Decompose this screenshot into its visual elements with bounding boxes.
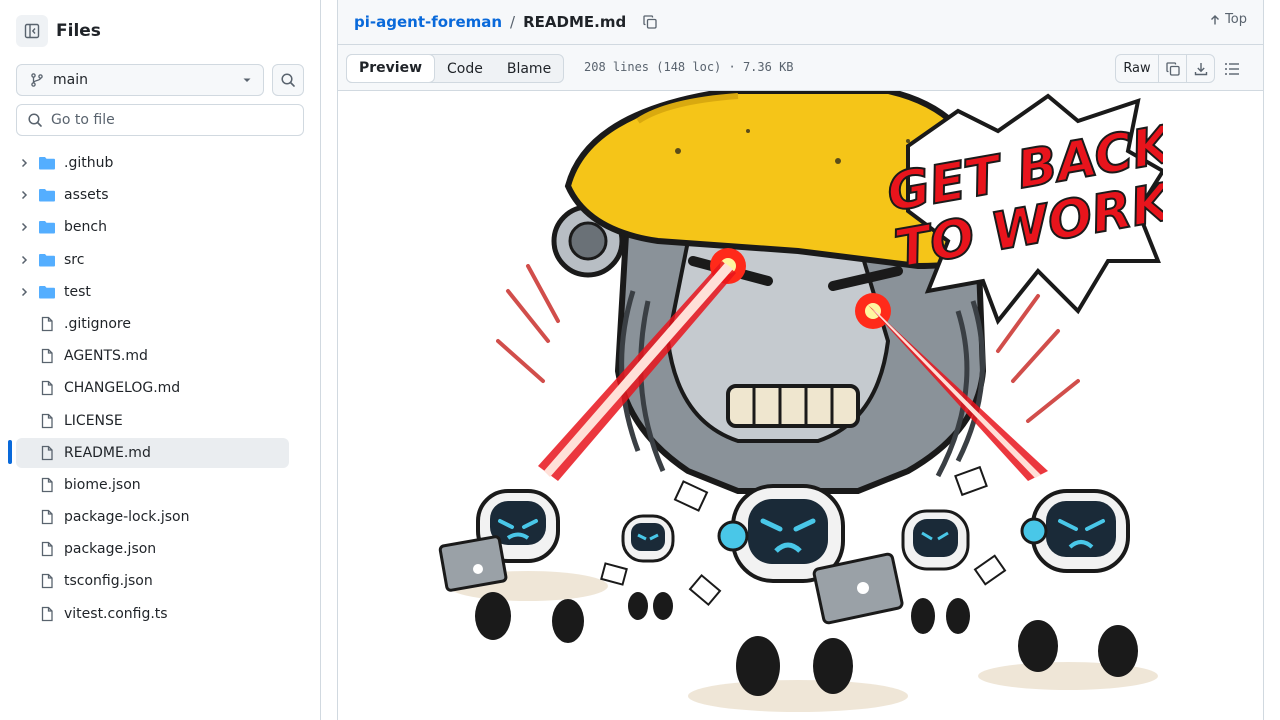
- tree-item-bench[interactable]: bench: [16, 212, 289, 242]
- back-to-top-link[interactable]: Top: [1209, 12, 1247, 27]
- arrow-up-icon: [1211, 14, 1220, 24]
- file-toolbar: Preview Code Blame 208 lines (148 loc) ·…: [338, 44, 1263, 91]
- tab-code[interactable]: Code: [435, 55, 495, 82]
- tree-item-label: bench: [64, 219, 107, 235]
- tree-item-label: LICENSE: [64, 413, 123, 429]
- collapse-sidebar-button[interactable]: [16, 15, 48, 47]
- breadcrumb-repo-link[interactable]: pi-agent-foreman: [354, 13, 502, 31]
- copy-path-button[interactable]: [638, 10, 662, 34]
- caret-down-icon: [243, 78, 251, 82]
- breadcrumb-file: README.md: [523, 13, 627, 31]
- git-branch-icon: [31, 73, 43, 87]
- copy-icon: [1165, 61, 1180, 76]
- back-to-top-label: Top: [1225, 12, 1247, 27]
- tree-item-gitignore[interactable]: .gitignore: [16, 309, 289, 339]
- tree-item-label: src: [64, 252, 85, 268]
- search-icon: [281, 73, 295, 87]
- tree-item-agents-md[interactable]: AGENTS.md: [16, 341, 289, 371]
- tree-item-test[interactable]: test: [16, 277, 289, 307]
- file-icon: [38, 476, 56, 494]
- tree-item-assets[interactable]: assets: [16, 180, 289, 210]
- file-header: pi-agent-foreman / README.md Top: [338, 0, 1263, 44]
- chevron-right-icon[interactable]: [16, 219, 32, 235]
- download-button[interactable]: [1186, 55, 1214, 82]
- file-icon: [38, 572, 56, 590]
- copy-raw-button[interactable]: [1158, 55, 1186, 82]
- sidebar-title: Files: [56, 21, 101, 41]
- tab-preview[interactable]: Preview: [346, 53, 436, 83]
- file-icon: [38, 508, 56, 526]
- tree-item-label: package-lock.json: [64, 509, 190, 525]
- chevron-right-icon[interactable]: [16, 284, 32, 300]
- worker-robot-1: [438, 489, 608, 643]
- file-icon: [38, 315, 56, 333]
- tree-item-label: package.json: [64, 541, 157, 557]
- file-stats: 208 lines (148 loc) · 7.36 KB: [584, 60, 794, 74]
- tree-item-label: README.md: [64, 445, 151, 461]
- tree-item-tsconfig-json[interactable]: tsconfig.json: [16, 566, 289, 596]
- branch-name: main: [53, 72, 88, 88]
- outline-button[interactable]: [1220, 59, 1244, 79]
- tree-item-label: .gitignore: [64, 316, 131, 332]
- breadcrumb-separator: /: [510, 13, 516, 31]
- tree-item-package-json[interactable]: package.json: [16, 534, 289, 564]
- tab-blame[interactable]: Blame: [495, 55, 563, 82]
- folder-icon: [38, 218, 56, 236]
- sidebar-collapse-icon: [24, 23, 40, 39]
- file-icon: [38, 412, 56, 430]
- raw-button[interactable]: Raw: [1116, 55, 1158, 82]
- folder-icon: [38, 283, 56, 301]
- file-icon: [38, 379, 56, 397]
- tree-item-readme-md[interactable]: README.md: [16, 438, 289, 468]
- file-icon: [38, 444, 56, 462]
- file-icon: [38, 605, 56, 623]
- download-icon: [1194, 62, 1207, 75]
- tree-item-label: vitest.config.ts: [64, 606, 168, 622]
- readme-hero-illustration: GET BACK TO WORK!: [438, 91, 1163, 720]
- tree-item-vitest-config-ts[interactable]: vitest.config.ts: [16, 599, 289, 629]
- tree-item-label: .github: [64, 155, 114, 171]
- worker-robot-5: [978, 489, 1158, 690]
- tree-item-changelog-md[interactable]: CHANGELOG.md: [16, 373, 289, 403]
- search-files-button[interactable]: [272, 64, 304, 96]
- search-icon: [28, 113, 42, 127]
- folder-icon: [38, 251, 56, 269]
- chevron-right-icon[interactable]: [16, 187, 32, 203]
- tree-item-label: biome.json: [64, 477, 141, 493]
- worker-robot-3: [688, 484, 908, 712]
- copy-icon: [643, 15, 657, 29]
- tree-item-label: CHANGELOG.md: [64, 380, 181, 396]
- file-icon: [38, 540, 56, 558]
- go-to-file-input[interactable]: [51, 112, 291, 128]
- markdown-preview: GET BACK TO WORK!: [338, 91, 1263, 720]
- file-viewer: pi-agent-foreman / README.md Top Preview…: [337, 0, 1264, 720]
- chevron-right-icon[interactable]: [16, 155, 32, 171]
- file-tree-sidebar: Files main .github: [0, 0, 321, 720]
- list-unordered-icon: [1225, 63, 1239, 75]
- tree-item-github[interactable]: .github: [16, 148, 289, 178]
- tree-item-biome-json[interactable]: biome.json: [16, 470, 289, 500]
- folder-icon: [38, 154, 56, 172]
- go-to-file-field[interactable]: [16, 104, 304, 136]
- file-actions: Raw: [1115, 54, 1215, 83]
- tree-item-label: AGENTS.md: [64, 348, 148, 364]
- tree-item-package-lock-json[interactable]: package-lock.json: [16, 502, 289, 532]
- tree-item-label: assets: [64, 187, 109, 203]
- folder-icon: [38, 186, 56, 204]
- file-icon: [38, 347, 56, 365]
- tree-item-label: test: [64, 284, 91, 300]
- angry-robot-foreman-illustration: GET BACK TO WORK!: [438, 91, 1163, 712]
- worker-robot-2: [621, 514, 675, 620]
- tree-item-src[interactable]: src: [16, 245, 289, 275]
- worker-robot-4: [901, 509, 970, 634]
- chevron-right-icon[interactable]: [16, 252, 32, 268]
- sidebar-header: Files: [16, 15, 101, 47]
- selected-indicator: [8, 440, 12, 464]
- tree-item-license[interactable]: LICENSE: [16, 406, 289, 436]
- tree-item-label: tsconfig.json: [64, 573, 153, 589]
- view-mode-tabs: Preview Code Blame: [346, 53, 565, 83]
- branch-selector[interactable]: main: [16, 64, 264, 96]
